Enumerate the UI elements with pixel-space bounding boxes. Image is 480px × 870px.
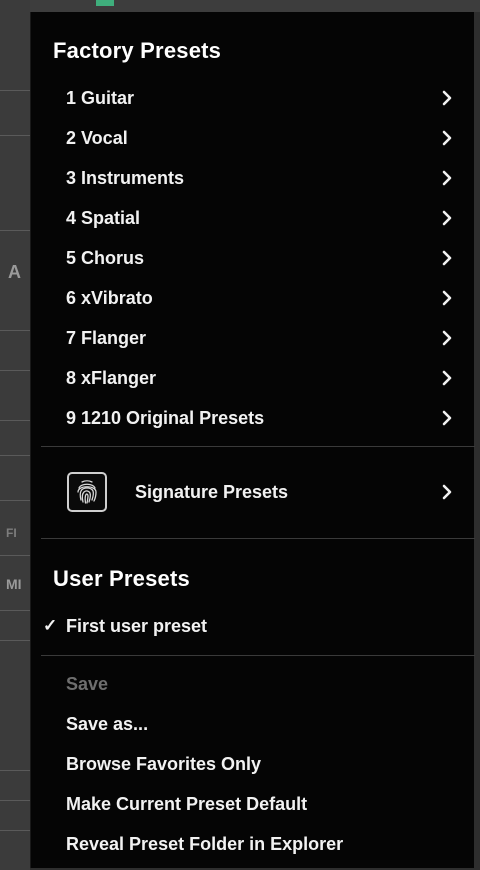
menu-item-label: 6 xVibrato	[66, 287, 153, 308]
chevron-right-icon	[439, 128, 455, 148]
host-divider	[0, 610, 30, 611]
factory-preset-item[interactable]: 3 Instruments	[31, 158, 475, 198]
chevron-right-icon	[439, 248, 455, 268]
save-item[interactable]: Save	[31, 664, 475, 704]
menu-item-label: 7 Flanger	[66, 327, 147, 348]
chevron-right-icon	[439, 168, 455, 188]
menu-divider	[41, 655, 475, 656]
host-divider	[0, 640, 30, 641]
menu-item-label: First user preset	[66, 615, 208, 636]
factory-preset-item[interactable]: 9 1210 Original Presets	[31, 398, 475, 438]
signature-presets-item[interactable]: Signature Presets	[31, 462, 475, 522]
chevron-right-icon	[439, 208, 455, 228]
menu-item-label: Save as...	[66, 713, 149, 734]
menu-item-label: 5 Chorus	[66, 247, 145, 268]
factory-preset-item[interactable]: 7 Flanger	[31, 318, 475, 358]
host-divider	[0, 500, 30, 501]
host-divider	[0, 770, 30, 771]
host-accent-indicator	[96, 0, 114, 6]
host-divider	[0, 830, 30, 831]
fingerprint-icon	[67, 472, 107, 512]
menu-item-label: 1 Guitar	[66, 87, 135, 108]
chevron-right-icon	[439, 88, 455, 108]
menu-item-label: Save	[66, 673, 109, 694]
host-left-panel: A FI MI	[0, 0, 30, 870]
factory-preset-item[interactable]: 1 Guitar	[31, 78, 475, 118]
menu-item-label: 2 Vocal	[66, 127, 128, 148]
host-divider	[0, 420, 30, 421]
factory-preset-item[interactable]: 6 xVibrato	[31, 278, 475, 318]
make-default-item[interactable]: Make Current Preset Default	[31, 784, 475, 824]
factory-preset-item[interactable]: 8 xFlanger	[31, 358, 475, 398]
host-label: MI	[6, 576, 22, 592]
chevron-right-icon	[439, 408, 455, 428]
factory-preset-item[interactable]: 5 Chorus	[31, 238, 475, 278]
preset-menu: Factory Presets 1 Guitar 2 Vocal 3 Instr…	[30, 12, 475, 868]
menu-item-label: Browse Favorites Only	[66, 753, 262, 774]
host-divider	[0, 455, 30, 456]
host-divider	[0, 800, 30, 801]
user-presets-heading: User Presets	[53, 566, 190, 591]
menu-divider	[41, 538, 475, 539]
user-preset-item[interactable]: ✓ First user preset	[31, 606, 475, 646]
host-divider	[0, 330, 30, 331]
host-divider	[0, 230, 30, 231]
chevron-right-icon	[439, 368, 455, 388]
host-divider	[0, 370, 30, 371]
chevron-right-icon	[439, 482, 455, 502]
host-label: A	[8, 262, 21, 282]
browse-favorites-item[interactable]: Browse Favorites Only	[31, 744, 475, 784]
chevron-right-icon	[439, 328, 455, 348]
factory-presets-heading: Factory Presets	[53, 38, 222, 63]
host-divider	[0, 135, 30, 136]
menu-divider	[41, 446, 475, 447]
menu-item-label: Reveal Preset Folder in Explorer	[66, 833, 344, 854]
save-as-item[interactable]: Save as...	[31, 704, 475, 744]
chevron-right-icon	[439, 288, 455, 308]
signature-presets-label: Signature Presets	[135, 481, 289, 502]
host-label: FI	[6, 526, 17, 540]
menu-item-label: Make Current Preset Default	[66, 793, 308, 814]
host-divider	[0, 555, 30, 556]
factory-preset-item[interactable]: 4 Spatial	[31, 198, 475, 238]
menu-item-label: 9 1210 Original Presets	[66, 407, 265, 428]
menu-item-label: 3 Instruments	[66, 167, 185, 188]
factory-preset-item[interactable]: 2 Vocal	[31, 118, 475, 158]
reveal-folder-item[interactable]: Reveal Preset Folder in Explorer	[31, 824, 475, 864]
host-divider	[0, 90, 30, 91]
host-top-bar	[30, 0, 480, 12]
menu-item-label: 8 xFlanger	[66, 367, 157, 388]
menu-item-label: 4 Spatial	[66, 207, 141, 228]
checkmark-icon: ✓	[43, 616, 58, 635]
